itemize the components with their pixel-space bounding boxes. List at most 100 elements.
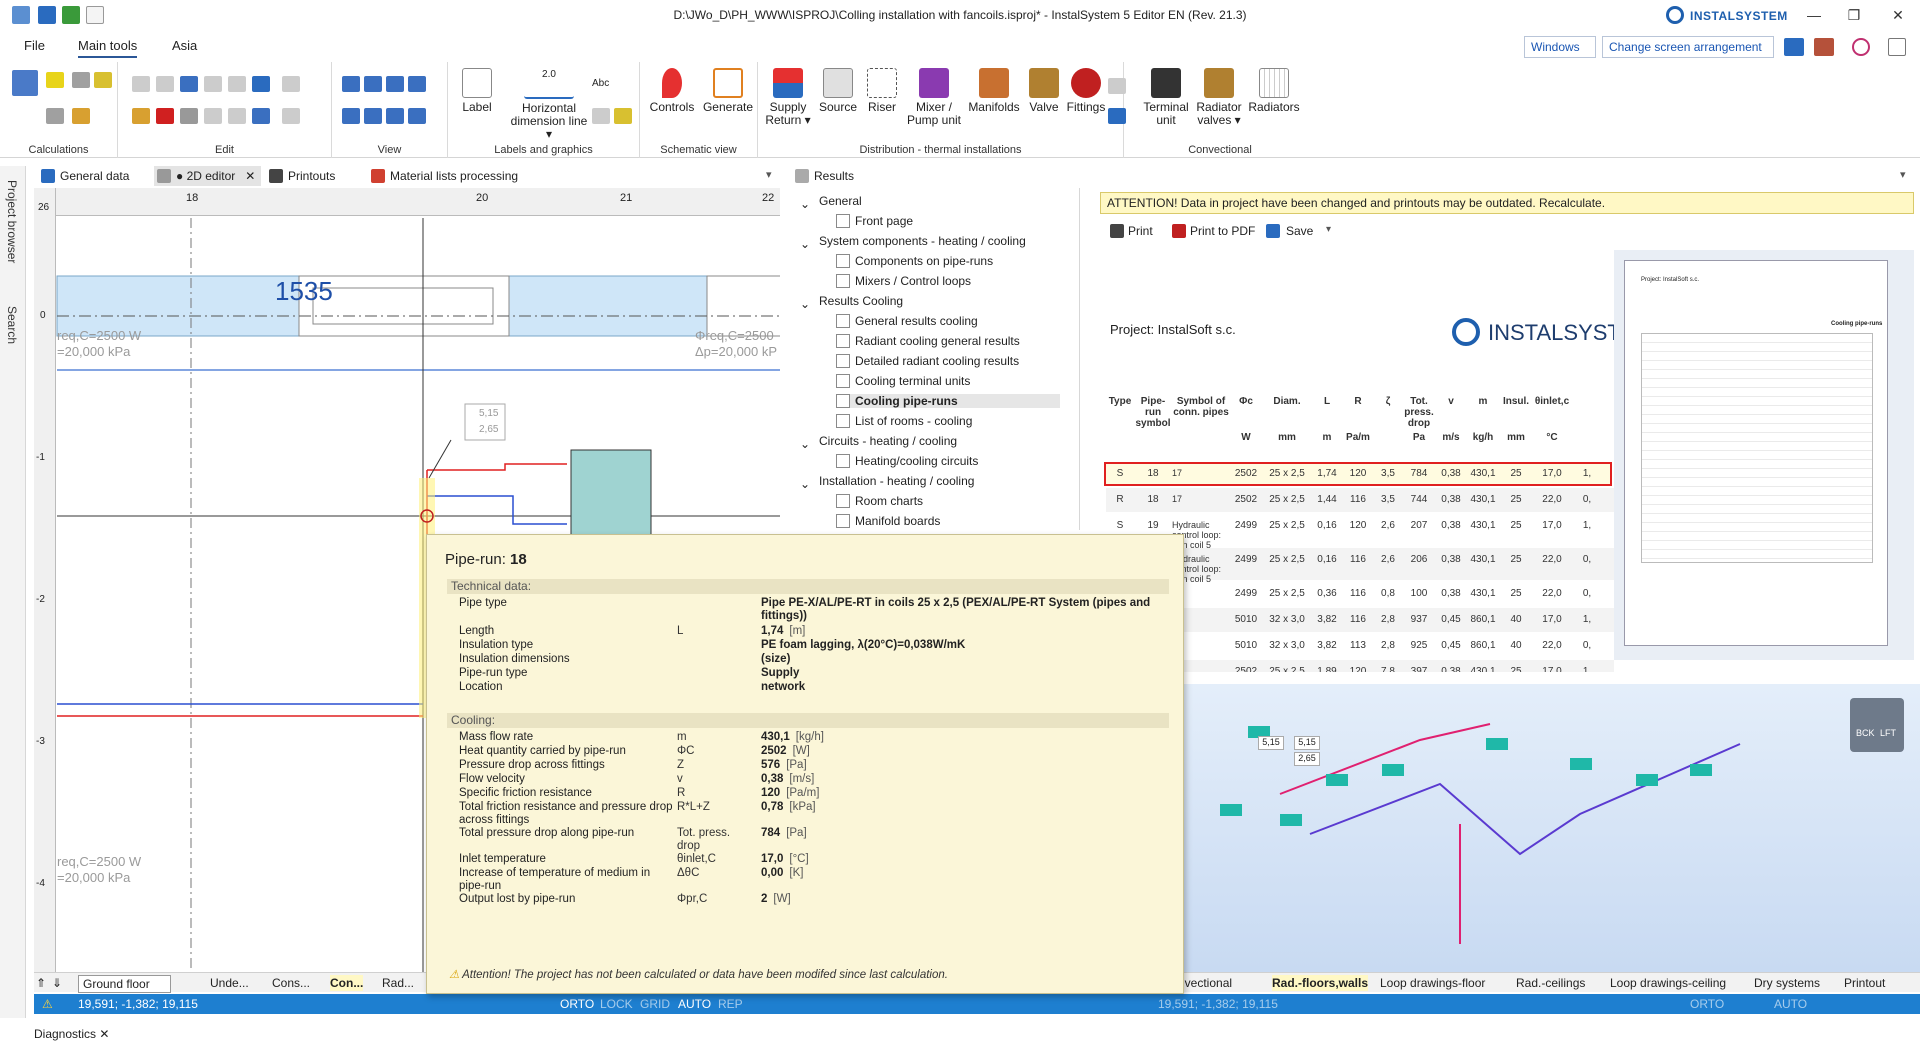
diagnostics-close-icon[interactable]: ✕	[99, 1027, 109, 1041]
copy-icon[interactable]	[132, 76, 150, 92]
manifolds-button[interactable]: Manifolds	[966, 68, 1022, 114]
radiator-valves-button[interactable]: Radiator valves ▾	[1192, 68, 1246, 127]
tab-results[interactable]: Results	[792, 166, 854, 186]
zoom-in-icon[interactable]	[342, 76, 360, 92]
zoom-all-icon[interactable]	[408, 76, 426, 92]
horizontal-dimension-button[interactable]: 2.0 Horizontal dimension line ▾	[506, 68, 592, 141]
menu-main-tools[interactable]: Main tools	[78, 38, 138, 58]
snap-icon[interactable]	[282, 76, 300, 92]
menu-asia[interactable]: Asia	[172, 38, 197, 53]
tree-item[interactable]: ⌄ General	[800, 194, 862, 211]
tree-item[interactable]: Front page	[836, 214, 913, 228]
select-icon[interactable]	[228, 108, 246, 124]
room-pressure-label-2[interactable]: =20,000 kPa	[57, 870, 130, 885]
settings-icon[interactable]	[1814, 38, 1834, 56]
tree-item[interactable]: ⌄ System components - heating / cooling	[800, 234, 1026, 251]
tree-item[interactable]: Cooling terminal units	[836, 374, 970, 388]
zoom-next-icon[interactable]	[364, 108, 382, 124]
minimize-button[interactable]: —	[1800, 4, 1828, 26]
calc3-icon[interactable]	[72, 72, 90, 88]
tree-item[interactable]: Cooling pipe-runs	[836, 394, 1060, 408]
room-pressure-label-right[interactable]: Δp=20,000 kP	[695, 344, 777, 359]
orto-toggle[interactable]: ORTO	[560, 994, 594, 1014]
layer-tab-loop-ceiling[interactable]: Loop drawings-ceiling	[1610, 975, 1726, 991]
tab-material-lists[interactable]: Material lists processing	[368, 166, 518, 186]
lock-toggle[interactable]: LOCK	[600, 994, 633, 1014]
room-load-label-2[interactable]: req,C=2500 W	[57, 854, 141, 869]
floor-select[interactable]: Ground floor	[78, 975, 171, 993]
tree-item[interactable]: Mixers / Control loops	[836, 274, 971, 288]
fitting2-icon[interactable]	[1108, 78, 1126, 94]
delete-icon[interactable]	[156, 108, 174, 124]
zoom-fit-icon[interactable]	[386, 108, 404, 124]
source-button[interactable]: Source	[816, 68, 860, 114]
view-3d[interactable]: 5,15 5,15 2,65 BCK LFT	[1160, 684, 1920, 972]
layer-tab-rad-floors[interactable]: Rad.-floors,walls	[1272, 975, 1369, 991]
room-load-label[interactable]: req,C=2500 W	[57, 328, 141, 343]
layer-tab-loop-floor[interactable]: Loop drawings-floor	[1380, 975, 1485, 991]
cut-icon[interactable]	[132, 108, 150, 124]
close-tab-icon[interactable]: ✕	[245, 166, 255, 186]
undo-icon[interactable]	[180, 76, 198, 92]
diagnostics-tab[interactable]: Diagnostics ✕	[34, 1024, 154, 1044]
calc6-icon[interactable]	[72, 108, 90, 124]
grid-table-icon[interactable]	[592, 108, 610, 124]
tab-2d-editor[interactable]: ● 2D editor ✕	[154, 166, 262, 186]
fitting3-icon[interactable]	[1108, 108, 1126, 124]
room-load-label-right[interactable]: Φreq,C=2500	[695, 328, 774, 343]
auto-toggle-2[interactable]: AUTO	[1774, 994, 1807, 1014]
layer-tab-unde[interactable]: Unde...	[210, 975, 249, 991]
restore-button[interactable]: ❐	[1840, 4, 1868, 26]
view-cube[interactable]: BCK LFT	[1850, 698, 1904, 752]
tree-item[interactable]: ⌄ Circuits - heating / cooling	[800, 434, 957, 451]
menu-file[interactable]: File	[24, 38, 45, 53]
save-button[interactable]: Save	[1286, 224, 1313, 238]
extra-icon[interactable]	[1888, 38, 1906, 56]
page-thumbnail-panel[interactable]: Project: InstalSoft s.c. Cooling pipe-ru…	[1614, 250, 1914, 660]
change-arrangement-dropdown[interactable]: Change screen arrangement ▾	[1602, 36, 1774, 74]
tree-item[interactable]: Components on pipe-runs	[836, 254, 993, 268]
tree-item[interactable]: List of rooms - cooling	[836, 414, 972, 428]
room-pressure-label[interactable]: =20,000 kPa	[57, 344, 130, 359]
layer-tab-con[interactable]: Con...	[330, 975, 364, 991]
mixer-button[interactable]: Mixer / Pump unit	[904, 68, 964, 127]
tree-item[interactable]: Detailed radiant cooling results	[836, 354, 1019, 368]
project-browser-tab[interactable]: Project browser	[5, 180, 19, 263]
zoom-window-icon[interactable]	[386, 76, 404, 92]
tree-item[interactable]: Room charts	[836, 494, 923, 508]
redo-icon[interactable]	[204, 76, 222, 92]
results-dropdown-icon[interactable]: ▾	[1900, 168, 1906, 181]
align-icon[interactable]	[228, 76, 246, 92]
nav-down-icon[interactable]: ⇓	[52, 975, 62, 991]
pointer-icon[interactable]	[252, 108, 270, 124]
grid-toggle[interactable]: GRID	[640, 994, 670, 1014]
calc5-icon[interactable]	[46, 108, 64, 124]
link-icon[interactable]	[180, 108, 198, 124]
layer-tab-rad-ceilings[interactable]: Rad.-ceilings	[1516, 975, 1585, 991]
tree-item[interactable]: Manifold boards	[836, 514, 940, 528]
generate-button[interactable]: Generate	[700, 68, 756, 114]
move-icon[interactable]	[252, 76, 270, 92]
calc-icon[interactable]	[12, 70, 38, 96]
fittings-button[interactable]: Fittings	[1064, 68, 1108, 114]
monitor-icon[interactable]	[1784, 38, 1804, 56]
supply-return-button[interactable]: Supply Return ▾	[762, 68, 814, 127]
layer-tab-cons[interactable]: Cons...	[272, 975, 310, 991]
tab-printouts[interactable]: Printouts	[266, 166, 335, 186]
layer-tab-convectional[interactable]: nvectional	[1178, 975, 1232, 991]
tree-item[interactable]: ⌄ Installation - heating / cooling	[800, 474, 974, 491]
controls-button[interactable]: Controls	[644, 68, 700, 114]
nav-up-icon[interactable]: ⇑	[36, 975, 46, 991]
tree-item[interactable]: ⌄ Results Cooling	[800, 294, 903, 311]
windows-dropdown[interactable]: Windows ▾	[1524, 36, 1596, 74]
valve-button[interactable]: Valve	[1024, 68, 1064, 114]
zoom-prev-icon[interactable]	[342, 108, 360, 124]
close-button[interactable]: ✕	[1884, 4, 1912, 26]
search-tab[interactable]: Search	[5, 306, 19, 344]
tab-general-data[interactable]: General data	[38, 166, 129, 186]
color-icon[interactable]	[614, 108, 632, 124]
calc2-icon[interactable]	[46, 72, 64, 88]
table-icon[interactable]	[204, 108, 222, 124]
print-button[interactable]: Print	[1128, 224, 1153, 238]
room-number[interactable]: 1535	[275, 276, 333, 307]
